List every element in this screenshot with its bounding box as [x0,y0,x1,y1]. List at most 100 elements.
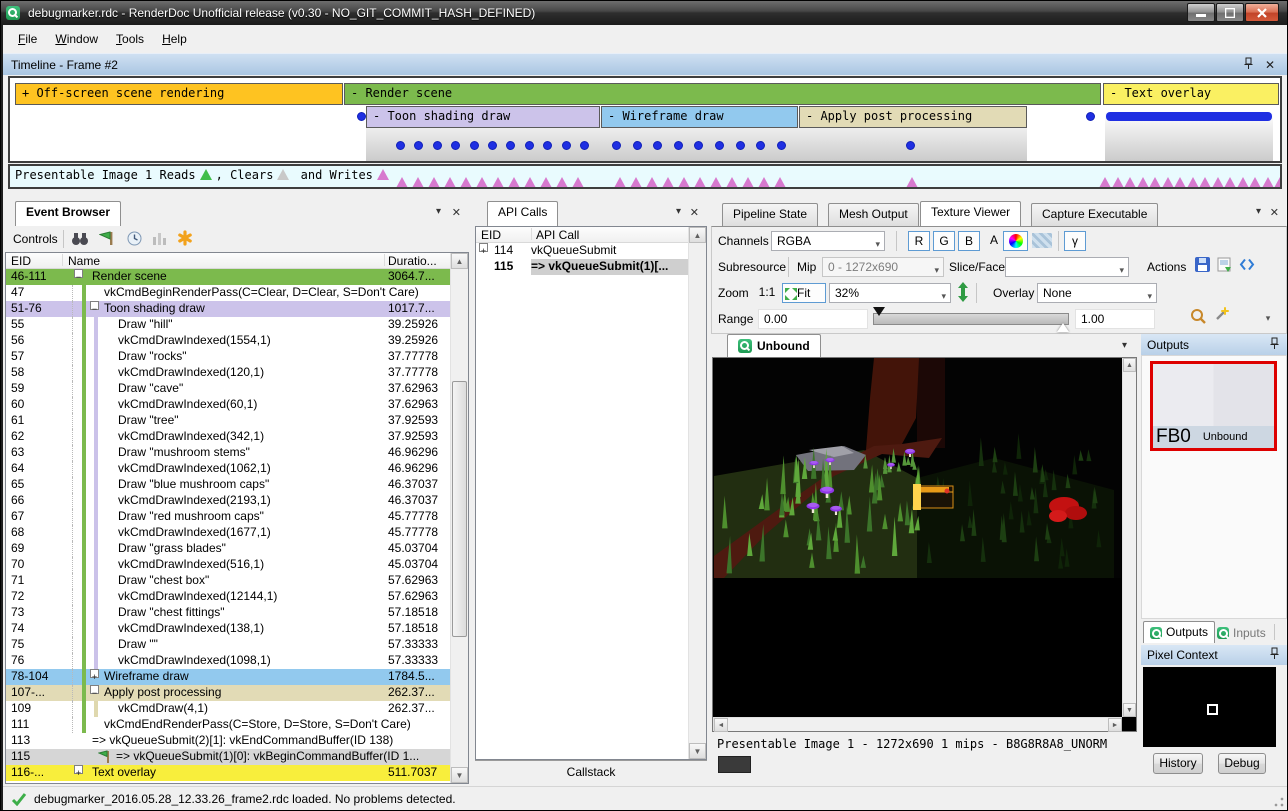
event-row[interactable]: 51-76−Toon shading draw1017.7... [6,301,450,317]
write-marker-triangle[interactable] [1212,177,1224,188]
write-marker-triangle[interactable] [1162,177,1174,188]
event-dot[interactable] [433,141,442,150]
event-row[interactable]: 56vkCmdDrawIndexed(1554,1)39.25926 [6,333,450,349]
channel-g-button[interactable]: G [933,231,955,251]
pin-icon[interactable] [1270,647,1279,663]
output-thumbnail-fb0[interactable]: FB0 Unbound [1150,361,1277,451]
pixel-context-view[interactable] [1143,667,1276,747]
channel-b-button[interactable]: B [958,231,980,251]
callstack-section[interactable]: Callstack [475,760,707,784]
pixel-context-header[interactable]: Pixel Context [1141,645,1287,665]
event-dot[interactable] [1086,112,1095,121]
write-marker-triangle[interactable] [508,177,520,188]
menu-window[interactable]: Window [46,29,107,49]
write-marker-triangle[interactable] [742,177,754,188]
timeline-bar-text-overlay[interactable]: - Text overlay [1103,83,1279,105]
minimize-button[interactable] [1187,3,1215,22]
close-tab-icon[interactable]: ✕ [452,206,461,219]
find-icon[interactable] [71,231,89,249]
event-row[interactable]: 47vkCmdBeginRenderPass(C=Clear, D=Clear,… [6,285,450,301]
scroll-left-icon[interactable]: ◄ [714,718,728,732]
scroll-down-icon[interactable]: ▼ [1123,703,1136,717]
event-dot[interactable] [756,141,765,150]
event-row[interactable]: 113=> vkQueueSubmit(2)[1]: vkEndCommandB… [6,733,450,749]
menu-tools[interactable]: Tools [107,29,153,49]
event-dot[interactable] [653,141,662,150]
write-marker-triangle[interactable] [774,177,786,188]
scroll-up-icon[interactable]: ▲ [451,253,468,269]
tab-pipeline-state[interactable]: Pipeline State [722,203,818,226]
write-marker-triangle[interactable] [710,177,722,188]
event-dot[interactable] [562,141,571,150]
event-dot[interactable] [414,141,423,150]
tab-texture-viewer[interactable]: Texture Viewer [920,201,1021,226]
timeline-body[interactable]: + Off-screen scene rendering- Render sce… [8,76,1282,163]
menu-help[interactable]: Help [153,29,196,49]
time-icon[interactable] [127,231,142,249]
api-calls-header[interactable]: EID API Call [476,227,706,243]
event-dot[interactable] [451,141,460,150]
event-dot[interactable] [357,112,366,121]
texture-viewport[interactable]: ▲ ▼ ◄ ► [712,357,1137,732]
event-dot[interactable] [777,141,786,150]
event-row[interactable]: 57Draw "rocks"37.77778 [6,349,450,365]
expand-icon[interactable]: + [90,669,99,678]
event-row[interactable]: 64vkCmdDrawIndexed(1062,1)46.96296 [6,461,450,477]
event-dot[interactable] [506,141,515,150]
write-marker-triangle[interactable] [678,177,690,188]
event-row[interactable]: 70vkCmdDrawIndexed(516,1)45.03704 [6,557,450,573]
chevron-down-icon[interactable]: ▾ [1122,340,1127,351]
write-marker-triangle[interactable] [1237,177,1249,188]
event-dot[interactable] [736,141,745,150]
api-call-row[interactable]: 115=> vkQueueSubmit(1)[... [476,259,688,275]
event-row[interactable]: 55Draw "hill"39.25926 [6,317,450,333]
event-row[interactable]: 109vkCmdDraw(4,1)262.37... [6,701,450,717]
event-dot[interactable] [906,141,915,150]
channels-select[interactable]: RGBA [771,231,885,251]
timeline-bar-off-screen-scene-rendering[interactable]: + Off-screen scene rendering [15,83,343,105]
scrollbar-thumb[interactable] [452,381,467,637]
event-row[interactable]: 58vkCmdDrawIndexed(120,1)37.77778 [6,365,450,381]
event-row[interactable]: 111vkCmdEndRenderPass(C=Store, D=Store, … [6,717,450,733]
event-row[interactable]: 61Draw "tree"37.92593 [6,413,450,429]
export-image-icon[interactable] [1217,257,1233,276]
gamma-button[interactable]: γ [1064,231,1086,251]
flip-y-icon[interactable] [957,282,969,305]
write-marker-triangle[interactable] [524,177,536,188]
viewport-hscrollbar[interactable]: ◄ ► [713,717,1122,731]
api-calls-scrollbar[interactable]: ▲ ▼ [688,227,706,759]
event-dot[interactable] [715,141,724,150]
write-marker-triangle[interactable] [1274,177,1282,188]
write-marker-triangle[interactable] [1262,177,1274,188]
range-max-field[interactable]: 1.00 [1075,309,1155,329]
event-row[interactable]: 66vkCmdDrawIndexed(2193,1)46.37037 [6,493,450,509]
range-black-point-handle[interactable] [873,307,885,316]
event-dot[interactable] [488,141,497,150]
maximize-button[interactable] [1216,3,1244,22]
debug-button[interactable]: Debug [1218,753,1266,774]
close-tab-icon[interactable]: ✕ [1270,206,1279,219]
write-marker-triangle[interactable] [412,177,424,188]
fit-button[interactable]: Fit [782,283,826,303]
event-row[interactable]: 72vkCmdDrawIndexed(12144,1)57.62963 [6,589,450,605]
range-white-point-handle[interactable] [1057,323,1069,332]
goto-flag-icon[interactable] [99,230,115,250]
write-marker-triangle[interactable] [1249,177,1261,188]
close-tab-icon[interactable]: ✕ [690,206,699,219]
event-row[interactable]: 78-104+Wireframe draw1784.5... [6,669,450,685]
viewport-vscrollbar[interactable]: ▲ ▼ [1122,358,1136,717]
outputs-header[interactable]: Outputs [1141,334,1287,355]
title-bar[interactable]: debugmarker.rdc - RenderDoc Unofficial r… [1,1,1288,25]
write-marker-triangle[interactable] [572,177,584,188]
tab-api-calls[interactable]: API Calls [487,201,558,226]
event-row[interactable]: 115=> vkQueueSubmit(1)[0]: vkBeginComman… [6,749,450,765]
expand-icon[interactable]: + [479,243,488,252]
collapse-icon[interactable]: − [74,269,83,278]
event-row[interactable]: 71Draw "chest box"57.62963 [6,573,450,589]
chevron-down-icon[interactable]: ▾ [1256,206,1261,217]
close-panel-icon[interactable]: ✕ [1265,58,1275,72]
write-marker-triangle[interactable] [630,177,642,188]
event-row[interactable]: 63Draw "mushroom stems"46.96296 [6,445,450,461]
event-browser-header[interactable]: EID Name Duratio... [6,253,468,269]
write-marker-triangle[interactable] [1099,177,1111,188]
